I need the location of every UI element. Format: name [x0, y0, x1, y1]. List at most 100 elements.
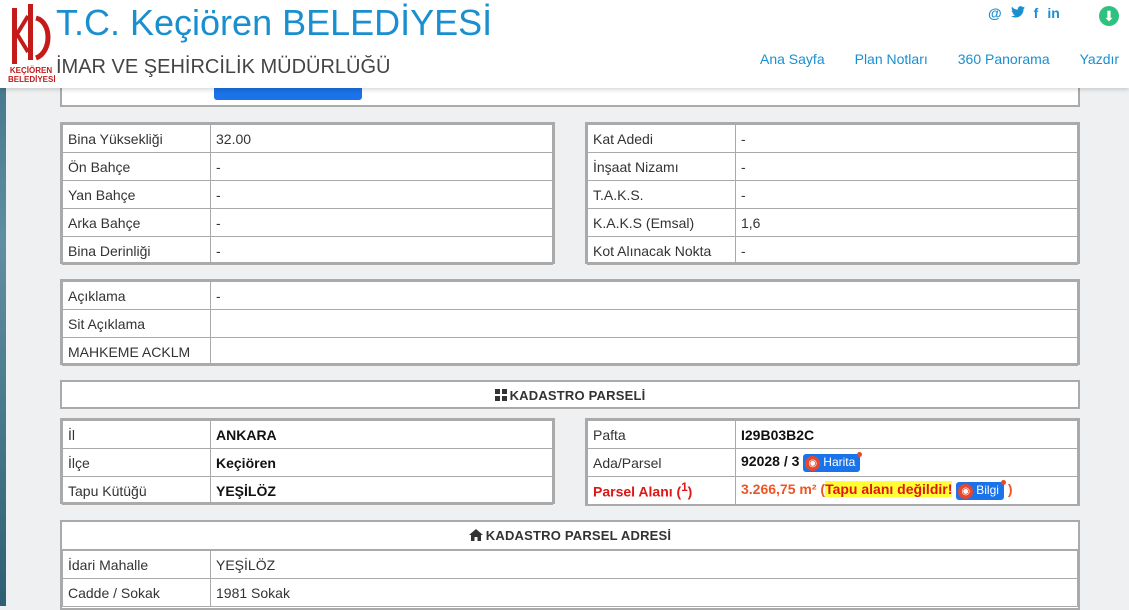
row-value: 3.266,75 m² (Tapu alanı değildir! ◉ Bilgi… [735, 476, 1078, 505]
row-label: Parsel Alanı (1) [587, 476, 736, 505]
kadastro-title: KADASTRO PARSELİ [509, 388, 646, 403]
table-row: K.A.K.S (Emsal) 1,6 [587, 208, 1078, 237]
row-label: Kat Adedi [587, 124, 736, 153]
row-value: 32.00 [210, 124, 553, 153]
harita-button[interactable]: ◉ Harita [803, 451, 863, 472]
nav-yazdir[interactable]: Yazdır [1080, 51, 1119, 67]
row-value: Keçiören [210, 448, 553, 477]
row-label: Bina Yüksekliği [62, 124, 211, 153]
row-value: YEŞİLÖZ [210, 550, 1078, 579]
table-row: İnşaat Nizamı - [587, 152, 1078, 181]
row-value: 1,6 [735, 208, 1078, 237]
table-row: Pafta I29B03B2C [587, 420, 1078, 449]
parsel-alani-label-end: ) [687, 483, 693, 500]
nav-ana-sayfa[interactable]: Ana Sayfa [760, 51, 825, 67]
adres-section-heading: KADASTRO PARSEL ADRESİ [62, 522, 1078, 550]
kadastro-left-table: İl ANKARA İlçe Keçiören Tapu Kütüğü YEŞİLÖZ [60, 418, 555, 505]
paren-open: ( [816, 481, 826, 498]
table-row: Arka Bahçe - [62, 208, 553, 237]
kadastro-section-heading: KADASTRO PARSELİ [60, 380, 1080, 409]
table-row: Ön Bahçe - [62, 152, 553, 181]
globe-icon: ◉ [805, 455, 821, 471]
grid-icon [494, 389, 507, 401]
table-row: Kot Alınacak Nokta - [587, 236, 1078, 265]
row-value: 1981 Sokak [210, 578, 1078, 607]
page-header: KEÇİÖREN BELEDİYESİ T.C. Keçiören BELEDİ… [0, 0, 1129, 88]
nav-plan-notlari[interactable]: Plan Notları [855, 51, 928, 67]
row-value: YEŞİLÖZ [210, 476, 553, 505]
parsel-alani-value: 3.266,75 m² [741, 481, 817, 498]
row-value: I29B03B2C [735, 420, 1078, 449]
row-label: Bina Derinliği [62, 236, 211, 265]
ada-parsel-value: 92028 / 3 [741, 453, 800, 470]
linkedin-icon[interactable]: in [1047, 5, 1059, 21]
row-value: - [735, 124, 1078, 153]
row-label: T.A.K.S. [587, 180, 736, 209]
table-row: Kat Adedi - [587, 124, 1078, 153]
row-label: Kot Alınacak Nokta [587, 236, 736, 265]
row-label: İdari Mahalle [62, 550, 211, 579]
table-row: Parsel Alanı (1) 3.266,75 m² (Tapu alanı… [587, 476, 1078, 505]
row-label: Ada/Parsel [587, 448, 736, 477]
row-label: Ön Bahçe [62, 152, 211, 181]
row-value [210, 337, 1078, 366]
table-row: Bina Yüksekliği 32.00 [62, 124, 553, 153]
left-edge-strip [0, 0, 6, 606]
row-label: Sit Açıklama [62, 309, 211, 338]
table-row: Cadde / Sokak 1981 Sokak [62, 578, 1078, 607]
row-label: Açıklama [62, 281, 211, 310]
download-icon[interactable]: ⬇ [1099, 6, 1119, 26]
row-label: Pafta [587, 420, 736, 449]
row-label: Yan Bahçe [62, 180, 211, 209]
bilgi-button[interactable]: ◉ Bilgi [956, 479, 1006, 500]
building-right-table: Kat Adedi - İnşaat Nizamı - T.A.K.S. - K.A.… [585, 122, 1080, 265]
table-row: İlçe Keçiören [62, 448, 553, 477]
facebook-icon[interactable]: f [1034, 5, 1039, 21]
row-label: İl [62, 420, 211, 449]
row-value: ANKARA [210, 420, 553, 449]
table-row: Yan Bahçe - [62, 180, 553, 209]
row-label: MAHKEME ACKLM [62, 337, 211, 366]
badge-dot [1000, 479, 1006, 485]
notes-table: Açıklama - Sit Açıklama MAHKEME ACKLM [60, 279, 1080, 366]
row-label: Cadde / Sokak [62, 578, 211, 607]
row-value: - [210, 152, 553, 181]
row-value: - [735, 236, 1078, 265]
table-row: MAHKEME ACKLM [62, 337, 1078, 366]
row-value: - [210, 180, 553, 209]
bilgi-label: Bilgi [976, 482, 999, 497]
row-label: K.A.K.S (Emsal) [587, 208, 736, 237]
home-icon [468, 529, 483, 541]
nav-360-panorama[interactable]: 360 Panorama [958, 51, 1050, 67]
page-title: T.C. Keçiören BELEDİYESİ [56, 2, 493, 43]
table-row: T.A.K.S. - [587, 180, 1078, 209]
twitter-icon[interactable] [1010, 5, 1025, 21]
row-value: - [210, 281, 1078, 310]
table-row: Ada/Parsel 92028 / 3 ◉ Harita [587, 448, 1078, 477]
row-label: İlçe [62, 448, 211, 477]
kadastro-right-table: Pafta I29B03B2C Ada/Parsel 92028 / 3 ◉ Har… [585, 418, 1080, 506]
page-subtitle: İMAR VE ŞEHİRCİLİK MÜDÜRLÜĞÜ [56, 56, 391, 78]
adres-title: KADASTRO PARSEL ADRESİ [485, 528, 672, 543]
row-label: Arka Bahçe [62, 208, 211, 237]
table-row: Sit Açıklama [62, 309, 1078, 338]
adres-table: KADASTRO PARSEL ADRESİ İdari Mahalle YEŞİ… [60, 520, 1080, 610]
table-row: İdari Mahalle YEŞİLÖZ [62, 550, 1078, 579]
row-label: Tapu Kütüğü [62, 476, 211, 505]
table-row: İl ANKARA [62, 420, 553, 449]
table-row: Bina Derinliği - [62, 236, 553, 265]
harita-label: Harita [823, 454, 856, 469]
email-icon[interactable]: @ [988, 5, 1002, 21]
row-label: İnşaat Nizamı [587, 152, 736, 181]
table-row: Tapu Kütüğü YEŞİLÖZ [62, 476, 553, 505]
row-value: - [210, 208, 553, 237]
row-value: - [735, 152, 1078, 181]
parsel-alani-label: Parsel Alanı ( [593, 483, 682, 500]
building-left-table: Bina Yüksekliği 32.00 Ön Bahçe - Yan Bahçe… [60, 122, 555, 265]
globe-icon: ◉ [958, 483, 974, 499]
row-value: 92028 / 3 ◉ Harita [735, 448, 1078, 477]
row-value: - [735, 180, 1078, 209]
main-nav: Ana Sayfa Plan Notları 360 Panorama Yazd… [760, 51, 1119, 67]
badge-dot [857, 451, 863, 457]
logo-text: KEÇİÖREN BELEDİYESİ [8, 66, 56, 84]
